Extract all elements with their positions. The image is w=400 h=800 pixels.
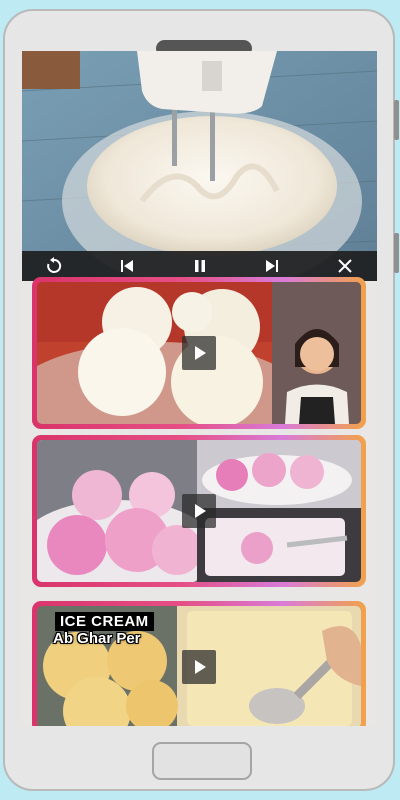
video-player[interactable] [22,51,377,281]
video-thumbnail [37,282,361,424]
play-icon[interactable] [182,494,216,528]
skip-next-icon[interactable] [262,256,282,276]
play-icon[interactable] [182,336,216,370]
video-card[interactable]: ICE CREAM Ab Ghar Per [32,601,366,726]
play-icon[interactable] [182,650,216,684]
phone-side-button[interactable] [394,233,399,273]
replay-icon[interactable] [44,256,64,276]
home-button[interactable] [152,742,252,780]
thumbnail-title-overlay: ICE CREAM [55,612,154,631]
thumbnail-subtitle-overlay: Ab Ghar Per [53,630,141,647]
phone-side-button[interactable] [394,100,399,140]
video-thumbnail [37,440,361,582]
close-icon[interactable] [335,256,355,276]
video-card[interactable] [32,435,366,587]
pause-icon[interactable] [190,256,210,276]
video-thumbnail: ICE CREAM Ab Ghar Per [37,606,361,726]
phone-screen: ICE CREAM Ab Ghar Per [22,51,377,726]
video-frame [22,51,377,281]
skip-previous-icon[interactable] [117,256,137,276]
video-card[interactable] [32,277,366,429]
